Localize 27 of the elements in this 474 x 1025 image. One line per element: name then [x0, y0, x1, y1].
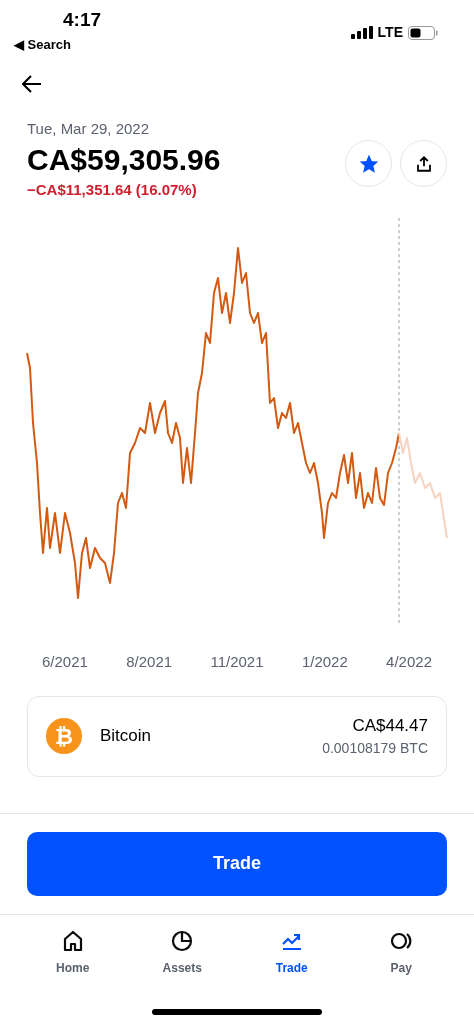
pie-chart-icon	[170, 928, 195, 953]
back-to-search-link[interactable]: ◀ Search	[14, 35, 71, 55]
holding-value: CA$44.47	[352, 714, 428, 737]
axis-label: 8/2021	[126, 652, 173, 672]
asset-name: Bitcoin	[100, 725, 152, 748]
nav-tab[interactable]: Home	[37, 928, 108, 977]
star-icon	[359, 154, 378, 173]
signal-icon	[350, 26, 373, 39]
axis-label: 4/2022	[386, 652, 432, 672]
price-change: −CA$11,351.64 (16.07%)	[27, 179, 198, 200]
clock: 4:17	[63, 10, 102, 29]
axis-label: 1/2022	[301, 652, 348, 672]
date-label: Tue, Mar 29, 2022	[27, 119, 150, 139]
axis-label: 6/2021	[42, 652, 88, 672]
battery-icon	[408, 25, 438, 40]
axis-label: 11/2021	[210, 652, 264, 672]
network-label: LTE	[377, 23, 403, 42]
holding-card[interactable]: ₿ Bitcoin CA$44.47 0.00108179 BTC	[27, 695, 447, 777]
nav-tab[interactable]: Trade	[256, 928, 327, 977]
price-value: CA$59,305.96	[27, 141, 221, 178]
bitcoin-logo: ₿	[46, 718, 82, 754]
share-icon	[414, 154, 433, 173]
back-arrow-icon[interactable]	[22, 75, 42, 93]
nav-tab[interactable]: Assets	[147, 928, 218, 977]
nav-tab[interactable]: Pay	[366, 928, 437, 977]
holding-amount: 0.00108179 BTC	[322, 739, 428, 759]
trade-button[interactable]: Trade	[27, 831, 447, 896]
